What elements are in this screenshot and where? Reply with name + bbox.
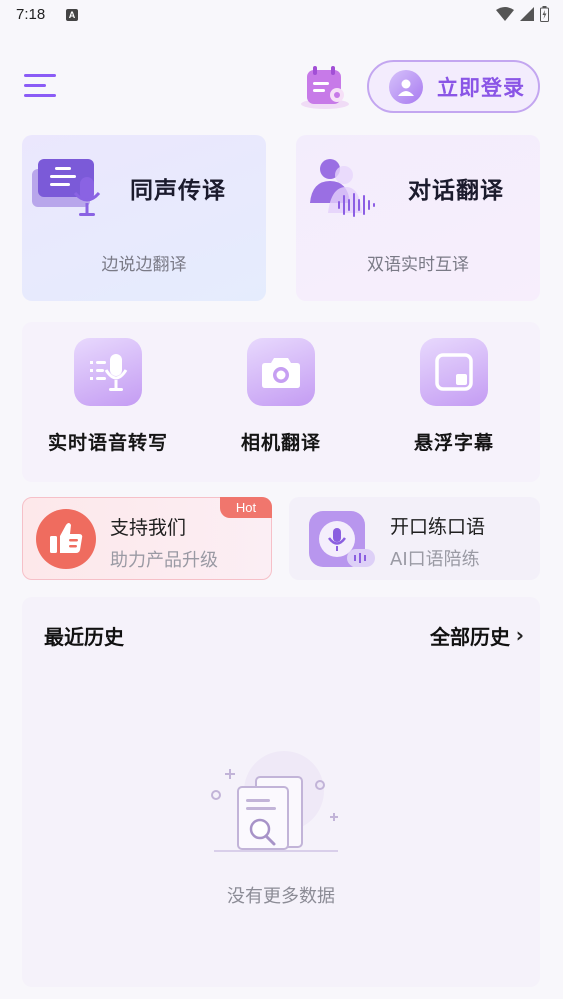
login-label: 立即登录 [437, 75, 525, 100]
promo-title: 开口练口语 [390, 516, 486, 538]
camera-icon [262, 358, 300, 388]
history-title: 最近历史 [44, 625, 124, 649]
avatar [389, 69, 423, 104]
tools-panel: 实时语音转写 相机翻译 悬浮字幕 [22, 322, 540, 482]
signal-icon [520, 7, 534, 21]
recent-history-panel: 最近历史 全部历史 › 没有更多数据 [22, 597, 540, 987]
status-bar: 7:18 A [0, 0, 563, 32]
status-icons [496, 6, 549, 22]
calendar-icon [301, 66, 349, 109]
chevron-right-icon[interactable]: › [516, 623, 524, 647]
calendar-button[interactable] [298, 64, 352, 110]
promo-subtitle: AI口语陪练 [390, 549, 480, 570]
status-time: 7:18 [16, 6, 46, 23]
feature-subtitle: 边说边翻译 [101, 255, 187, 275]
transcribe-mic-icon [90, 354, 128, 391]
speaking-practice-card[interactable]: 开口练口语 AI口语陪练 [289, 497, 540, 580]
tool-camera-translation[interactable]: 相机翻译 [201, 338, 361, 455]
speech-practice-icon [309, 511, 375, 567]
menu-button[interactable] [24, 74, 58, 98]
user-icon [398, 79, 414, 96]
all-history-link[interactable]: 全部历史 [430, 621, 510, 650]
interpretation-icon [32, 159, 101, 216]
empty-state-text: 没有更多数据 [227, 886, 335, 907]
tool-realtime-transcription[interactable]: 实时语音转写 [28, 338, 188, 455]
dialogue-icon [310, 159, 375, 217]
empty-history-icon [211, 751, 338, 852]
app-screen: 7:18 A 立即登录 同声传译 边说边翻译 对话翻译 双语实时互译 实时语音转… [0, 0, 563, 999]
support-us-card[interactable]: 支持我们 助力产品升级 Hot [22, 497, 272, 580]
tool-label: 实时语音转写 [47, 432, 168, 454]
wifi-icon [496, 7, 514, 21]
hot-badge: Hot [220, 497, 272, 518]
login-button[interactable]: 立即登录 [367, 60, 540, 113]
floating-subtitle-icon [435, 353, 473, 391]
feature-title: 同声传译 [130, 178, 226, 204]
tool-label: 悬浮字幕 [413, 432, 494, 454]
thumbs-up-icon [36, 509, 96, 569]
simultaneous-interpretation-card[interactable]: 同声传译 边说边翻译 [22, 135, 266, 301]
tool-floating-subtitle[interactable]: 悬浮字幕 [374, 338, 534, 455]
notification-a-icon: A [66, 9, 78, 21]
feature-subtitle: 双语实时互译 [367, 255, 469, 275]
promo-title: 支持我们 [110, 517, 187, 539]
promo-subtitle: 助力产品升级 [110, 550, 218, 571]
battery-icon [540, 6, 549, 22]
feature-title: 对话翻译 [408, 178, 504, 204]
dialogue-translation-card[interactable]: 对话翻译 双语实时互译 [296, 135, 540, 301]
tool-label: 相机翻译 [240, 432, 321, 454]
menu-icon [24, 74, 56, 77]
